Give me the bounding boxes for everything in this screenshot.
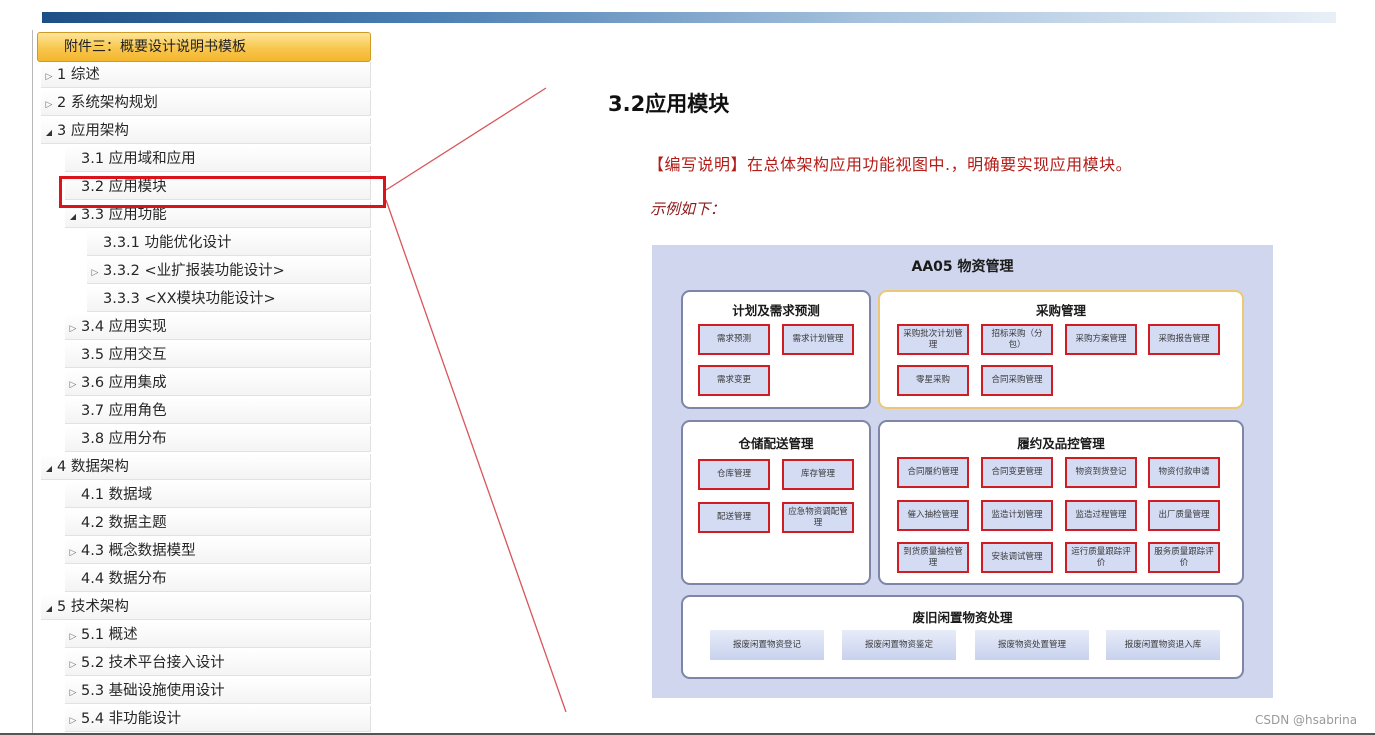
module-box: 需求变更	[698, 365, 770, 396]
module-box: 监造计划管理	[981, 500, 1053, 531]
module-box: 招标采购（分包）	[981, 324, 1053, 355]
module-box: 需求计划管理	[782, 324, 854, 355]
panel-title: 履约及品控管理	[1017, 436, 1105, 451]
panel-title: 采购管理	[1035, 303, 1086, 318]
module-box: 需求预测	[698, 324, 770, 355]
module-box: 安装调试管理	[981, 542, 1053, 573]
page: 附件三：概要设计说明书模板 ▷1 综述▷2 系统架构规划◢3 应用架构▷3.1 …	[0, 0, 1375, 735]
example-label: 示例如下：	[650, 200, 726, 218]
callout-line-lower	[385, 199, 567, 713]
module-box: 报废物资处置管理	[975, 630, 1089, 660]
module-box: 报废闲置物资鉴定	[842, 630, 956, 660]
writing-instruction: 【编写说明】在总体架构应用功能视图中.，明确要实现应用模块。	[648, 155, 1133, 174]
panel-contract: 履约及品控管理 合同履约管理 合同变更管理 物资到货登记 物资付款申请 催入抽检…	[878, 420, 1244, 585]
module-box: 运行质量跟踪评价	[1065, 542, 1137, 573]
module-box: 报废闲置物资登记	[710, 630, 824, 660]
watermark: CSDN @hsabrina	[1255, 713, 1358, 727]
module-box: 库存管理	[782, 459, 854, 490]
module-box: 报废闲置物资退入库	[1106, 630, 1220, 660]
callout-line-upper	[385, 87, 547, 191]
panel-title: 废旧闲置物资处理	[912, 610, 1013, 625]
module-box: 配送管理	[698, 502, 770, 533]
module-box: 服务质量跟踪评价	[1148, 542, 1220, 573]
module-box: 合同履约管理	[897, 457, 969, 488]
module-diagram: AA05 物资管理 计划及需求预测 需求预测 需求计划管理 需求变更 采购管理 …	[652, 245, 1273, 698]
panel-title: 仓储配送管理	[738, 436, 814, 451]
module-box: 采购批次计划管理	[897, 324, 969, 355]
module-box: 合同采购管理	[981, 365, 1053, 396]
diagram-title: AA05 物资管理	[911, 259, 1014, 275]
panel-waste: 废旧闲置物资处理 报废闲置物资登记 报废闲置物资鉴定 报废物资处置管理 报废闲置…	[681, 595, 1244, 679]
module-box: 采购报告管理	[1148, 324, 1220, 355]
module-box: 出厂质量管理	[1148, 500, 1220, 531]
panel-purchase: 采购管理 采购批次计划管理 招标采购（分包） 采购方案管理 采购报告管理 零星采…	[878, 290, 1244, 409]
module-box: 仓库管理	[698, 459, 770, 490]
module-box: 零星采购	[897, 365, 969, 396]
panel-plan: 计划及需求预测 需求预测 需求计划管理 需求变更	[681, 290, 871, 409]
section-title: 3.2应用模块	[608, 92, 730, 116]
panel-title: 计划及需求预测	[732, 303, 820, 318]
module-box: 物资付款申请	[1148, 457, 1220, 488]
selection-highlight-box	[59, 176, 386, 208]
module-box: 采购方案管理	[1065, 324, 1137, 355]
module-box: 催入抽检管理	[897, 500, 969, 531]
module-box: 物资到货登记	[1065, 457, 1137, 488]
module-box: 监造过程管理	[1065, 500, 1137, 531]
module-box: 合同变更管理	[981, 457, 1053, 488]
module-box: 应急物资调配管理	[782, 502, 854, 533]
module-box: 到货质量抽检管理	[897, 542, 969, 573]
panel-storage: 仓储配送管理 仓库管理 库存管理 配送管理 应急物资调配管理	[681, 420, 871, 585]
